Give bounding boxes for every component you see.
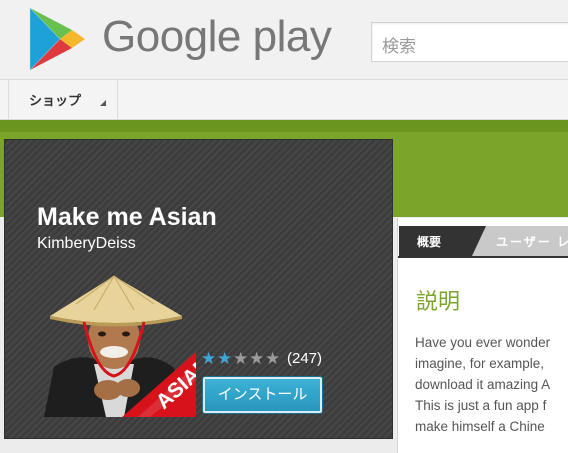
category-banner-stripe: [0, 120, 568, 132]
tab-overview[interactable]: 概要: [399, 226, 472, 256]
app-title: Make me Asian: [37, 203, 217, 231]
star-empty-icon: ★: [249, 349, 265, 368]
star-empty-icon: ★: [233, 349, 249, 368]
app-icon: ASIAN: [44, 275, 196, 417]
nav-bar: ショップ: [0, 80, 568, 120]
rating-count[interactable]: (247): [287, 350, 322, 367]
search-input[interactable]: 検索: [371, 22, 568, 62]
shop-menu-label: ショップ: [29, 93, 82, 108]
play-store-logo-icon[interactable]: [28, 6, 86, 72]
star-empty-icon: ★: [265, 349, 281, 368]
description-line: download it amazing A: [415, 377, 551, 392]
tabs-underline: [398, 256, 568, 258]
star-filled-icon: ★: [217, 349, 233, 368]
description-line: This is just a fun app f: [415, 398, 547, 413]
app-header-card: Make me Asian KimberyDeiss ASIAN ★ ★ ★ ★…: [4, 139, 393, 439]
description-line: make himself a Chine: [415, 419, 545, 434]
header: Google play 検索: [0, 0, 568, 80]
install-button[interactable]: インストール: [203, 377, 322, 413]
description-heading: 説明: [416, 289, 461, 314]
description-line: Have you ever wonder: [415, 335, 551, 350]
details-panel: ユーザー レ 概要 説明 Have you ever wonder imagin…: [397, 218, 568, 453]
description-text: Have you ever wonder imagine, for exampl…: [415, 332, 568, 437]
tab-reviews[interactable]: ユーザー レ: [472, 226, 568, 256]
search-placeholder: 検索: [382, 37, 416, 56]
developer-link[interactable]: KimberyDeiss: [37, 235, 136, 253]
tab-overview-arrow: [472, 226, 486, 256]
logo-text[interactable]: Google play: [102, 12, 332, 62]
shop-menu-button[interactable]: ショップ: [8, 80, 118, 120]
description-line: imagine, for example,: [415, 356, 545, 371]
caret-down-icon: [100, 100, 106, 106]
details-tabs: ユーザー レ 概要: [398, 226, 568, 256]
star-filled-icon: ★: [201, 349, 217, 368]
